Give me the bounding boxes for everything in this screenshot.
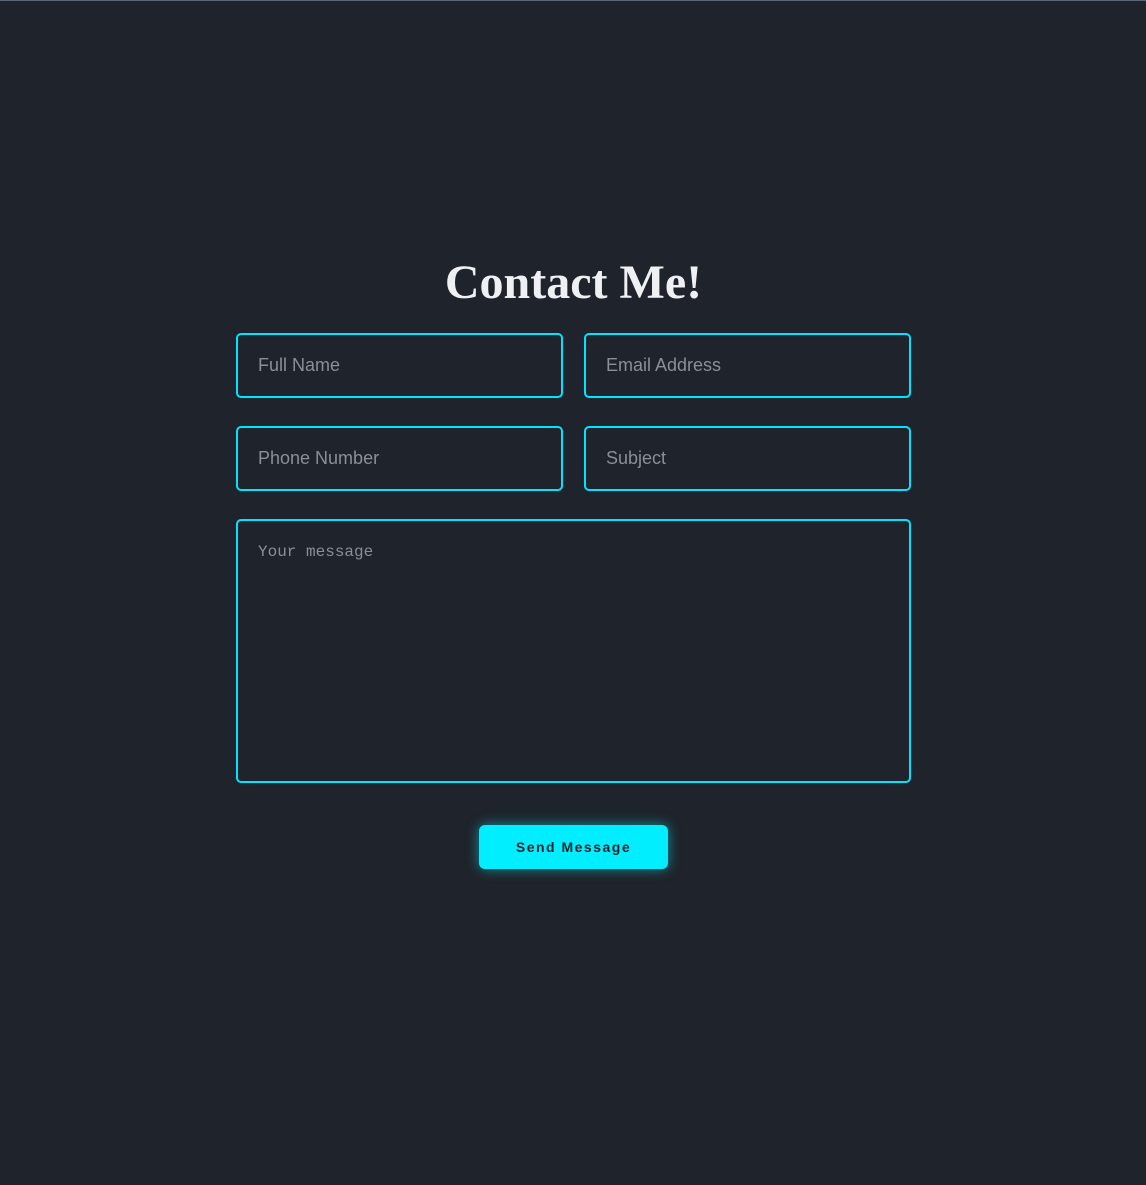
- email-field[interactable]: [584, 333, 911, 398]
- contact-form: Send Message: [236, 333, 911, 869]
- full-name-field[interactable]: [236, 333, 563, 398]
- phone-field[interactable]: [236, 426, 563, 491]
- form-row-name-email: [236, 333, 911, 398]
- message-field[interactable]: [236, 519, 911, 783]
- contact-section: Contact Me! Send Message: [236, 253, 911, 869]
- page-title: Contact Me!: [444, 256, 703, 309]
- subject-field[interactable]: [584, 426, 911, 491]
- form-row-phone-subject: [236, 426, 911, 491]
- form-actions: Send Message: [236, 825, 911, 869]
- send-message-button[interactable]: Send Message: [479, 825, 668, 869]
